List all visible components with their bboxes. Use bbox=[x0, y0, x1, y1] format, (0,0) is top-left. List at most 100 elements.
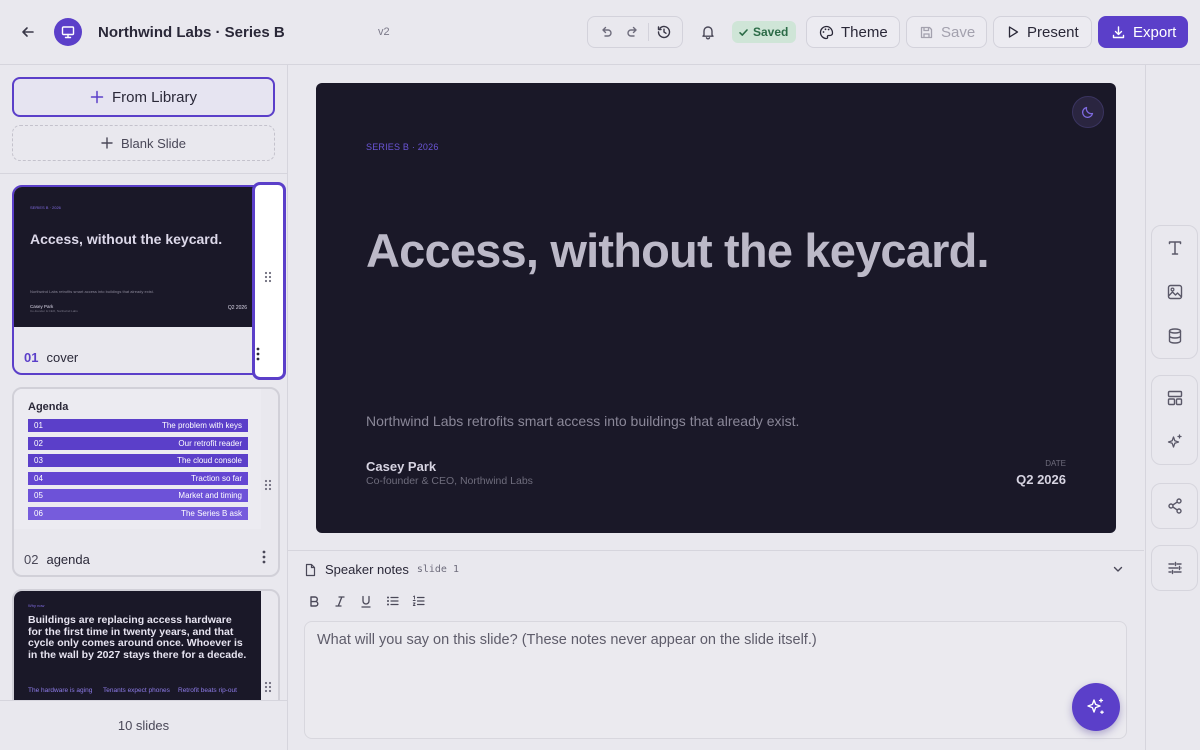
slide-card-agenda[interactable]: Agenda 01 The problem with keys 02 Our ret… bbox=[12, 387, 280, 577]
slide-card-cover[interactable]: SERIES B · 2026 Access, without the keyc… bbox=[12, 185, 280, 375]
bulleted-list-icon[interactable] bbox=[382, 591, 402, 611]
document-title[interactable]: Northwind Labs · Series B bbox=[98, 24, 285, 41]
agenda-row-label: The Series B ask bbox=[181, 509, 242, 518]
thumb-role: Co-founder & CEO, Northwind Labs bbox=[30, 309, 78, 313]
history-controls bbox=[587, 16, 683, 48]
agenda-row: 05 Market and timing bbox=[28, 489, 248, 502]
italic-icon[interactable] bbox=[330, 591, 350, 611]
agenda-row-label: The cloud console bbox=[177, 456, 242, 465]
thumb-subtitle: Northwind Labs retrofits smart access in… bbox=[30, 289, 154, 294]
theme-button-label: Theme bbox=[841, 23, 888, 41]
undo-icon[interactable] bbox=[594, 20, 618, 44]
editor-area: SERIES B · 2026 Access, without the keyc… bbox=[288, 65, 1144, 750]
slide-thumbnail: SERIES B · 2026 Access, without the keyc… bbox=[14, 187, 261, 327]
drag-handle-icon[interactable] bbox=[264, 681, 272, 693]
tools-rail bbox=[1145, 65, 1200, 750]
thumb-date: Q2 2026 bbox=[227, 305, 247, 311]
slide-card-footer: 01 cover bbox=[24, 350, 78, 365]
presenter-role[interactable]: Co-founder & CEO, Northwind Labs bbox=[366, 475, 533, 487]
agenda-row-number: 06 bbox=[34, 509, 43, 518]
speaker-notes-input[interactable]: What will you say on this slide? (These … bbox=[304, 621, 1127, 739]
slide-count: 10 slides bbox=[0, 700, 287, 750]
slide-headline[interactable]: Access, without the keycard. bbox=[366, 223, 990, 278]
thumb-column-heading: Retrofit beats rip-out bbox=[178, 687, 237, 694]
save-button-label: Save bbox=[941, 23, 976, 41]
slide-thumbnail: Agenda 01 The problem with keys 02 Our ret… bbox=[14, 389, 261, 529]
play-icon bbox=[1006, 25, 1020, 39]
text-icon[interactable] bbox=[1153, 226, 1197, 270]
chevron-down-icon[interactable] bbox=[1112, 563, 1124, 575]
history-icon[interactable] bbox=[652, 20, 676, 44]
notes-slide-ref: slide 1 bbox=[416, 564, 459, 575]
thumb-column-heading: Tenants expect phones bbox=[103, 687, 170, 694]
slide-card-why-now[interactable]: Why now Buildings are replacing access h… bbox=[12, 589, 280, 701]
thumb-headline: Access, without the keycard. bbox=[30, 231, 223, 247]
redo-icon[interactable] bbox=[621, 20, 645, 44]
sparkles-icon[interactable] bbox=[1153, 420, 1197, 464]
floppy-disk-icon bbox=[919, 25, 934, 40]
agenda-row: 06 The Series B ask bbox=[28, 507, 248, 520]
more-options-icon[interactable] bbox=[262, 550, 266, 564]
theme-button[interactable]: Theme bbox=[806, 16, 900, 48]
slide-number: 02 bbox=[24, 552, 39, 567]
save-button[interactable]: Save bbox=[906, 16, 987, 48]
saved-status-badge: Saved bbox=[732, 21, 797, 43]
more-options-icon[interactable] bbox=[256, 347, 260, 361]
thumb-kicker: Why now bbox=[28, 603, 45, 608]
present-button-label: Present bbox=[1027, 23, 1079, 41]
top-bar: Northwind Labs · Series B v2 Saved Theme… bbox=[0, 0, 1200, 65]
slide-subtitle[interactable]: Northwind Labs retrofits smart access in… bbox=[366, 413, 799, 429]
image-icon[interactable] bbox=[1153, 270, 1197, 314]
agenda-row-label: Market and timing bbox=[178, 491, 242, 500]
presenter-name[interactable]: Casey Park bbox=[366, 459, 436, 474]
bell-icon[interactable] bbox=[695, 19, 721, 45]
notes-format-toolbar bbox=[304, 591, 428, 611]
blank-slide-label: Blank Slide bbox=[120, 135, 187, 151]
bold-icon[interactable] bbox=[304, 591, 324, 611]
present-button[interactable]: Present bbox=[993, 16, 1092, 48]
speaker-notes-panel: Speaker notes slide 1 What will you say … bbox=[288, 550, 1144, 750]
slide-name: agenda bbox=[46, 552, 90, 567]
slide-name: cover bbox=[46, 350, 79, 365]
export-button[interactable]: Export bbox=[1098, 16, 1188, 48]
insert-tools-group bbox=[1151, 225, 1198, 359]
back-arrow-icon[interactable] bbox=[14, 18, 42, 46]
layout-icon[interactable] bbox=[1153, 376, 1197, 420]
agenda-row-label: Traction so far bbox=[191, 474, 242, 483]
moon-icon[interactable] bbox=[1072, 96, 1104, 128]
date-label[interactable]: DATE bbox=[1045, 459, 1066, 468]
underline-icon[interactable] bbox=[356, 591, 376, 611]
agenda-row-number: 01 bbox=[34, 421, 43, 430]
slide-kicker[interactable]: SERIES B · 2026 bbox=[366, 142, 439, 152]
agenda-row: 01 The problem with keys bbox=[28, 419, 248, 432]
speaker-notes-header: Speaker notes slide 1 bbox=[304, 562, 459, 577]
drag-handle-icon[interactable] bbox=[264, 271, 272, 283]
date-value[interactable]: Q2 2026 bbox=[1016, 472, 1066, 487]
history-divider bbox=[648, 23, 650, 41]
sliders-icon[interactable] bbox=[1153, 546, 1197, 590]
thumb-kicker: SERIES B · 2026 bbox=[30, 205, 61, 210]
agenda-row-label: Our retrofit reader bbox=[178, 439, 242, 448]
saved-status-label: Saved bbox=[753, 25, 789, 39]
settings-tools-group bbox=[1151, 545, 1198, 591]
share-icon[interactable] bbox=[1153, 484, 1197, 528]
drag-handle-icon[interactable] bbox=[264, 479, 272, 491]
agenda-row-number: 03 bbox=[34, 456, 43, 465]
agenda-row: 03 The cloud console bbox=[28, 454, 248, 467]
from-library-button[interactable]: From Library bbox=[12, 77, 275, 117]
slide-canvas[interactable]: SERIES B · 2026 Access, without the keyc… bbox=[316, 83, 1116, 533]
thumb-column-heading: The hardware is aging bbox=[28, 687, 93, 694]
check-icon bbox=[738, 27, 749, 38]
ai-sparkles-button[interactable] bbox=[1072, 683, 1120, 731]
plus-icon bbox=[90, 90, 104, 104]
blank-slide-button[interactable]: Blank Slide bbox=[12, 125, 275, 161]
thumb-agenda-title: Agenda bbox=[28, 401, 69, 413]
database-icon[interactable] bbox=[1153, 314, 1197, 358]
slide-card-footer: 02 agenda bbox=[24, 552, 90, 567]
download-icon bbox=[1111, 25, 1126, 40]
slides-sidebar: From Library Blank Slide SERIES B · 2026… bbox=[0, 65, 288, 750]
agenda-row-number: 04 bbox=[34, 474, 43, 483]
active-slide-drag-column[interactable] bbox=[252, 182, 286, 380]
slide-number: 01 bbox=[24, 350, 39, 365]
numbered-list-icon[interactable] bbox=[408, 591, 428, 611]
